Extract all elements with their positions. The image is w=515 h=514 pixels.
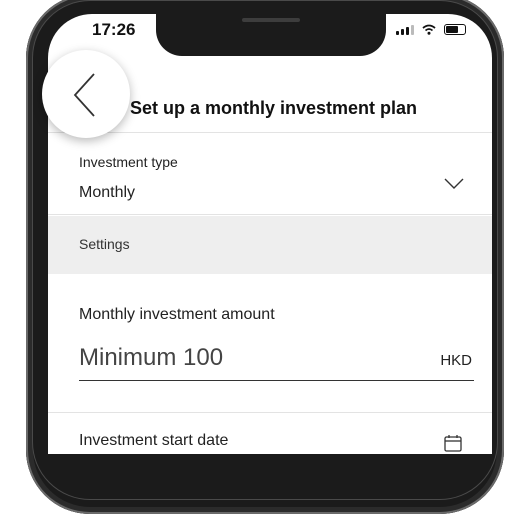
settings-label: Settings [79, 236, 130, 252]
amount-input[interactable] [79, 336, 474, 381]
speaker [242, 18, 300, 22]
status-icons [396, 24, 466, 35]
currency-label: HKD [440, 352, 472, 369]
page-title: Set up a monthly investment plan [130, 98, 418, 118]
chevron-left-icon [73, 73, 95, 117]
investment-type-value: Monthly [79, 184, 136, 201]
notch [156, 14, 386, 56]
chevron-down-icon [444, 178, 464, 189]
amount-label: Monthly investment amount [79, 306, 275, 323]
settings-section-header: Settings [48, 216, 492, 274]
investment-type-select[interactable]: Investment type Monthly [48, 134, 492, 215]
investment-type-label: Investment type [79, 154, 178, 170]
status-time: 17:26 [92, 20, 136, 39]
divider [48, 412, 492, 413]
signal-icon [396, 25, 414, 35]
battery-icon [444, 24, 466, 35]
wifi-icon [422, 24, 436, 35]
start-date-label: Investment start date [79, 432, 229, 449]
back-button[interactable] [42, 50, 130, 138]
calendar-icon[interactable] [444, 434, 462, 452]
